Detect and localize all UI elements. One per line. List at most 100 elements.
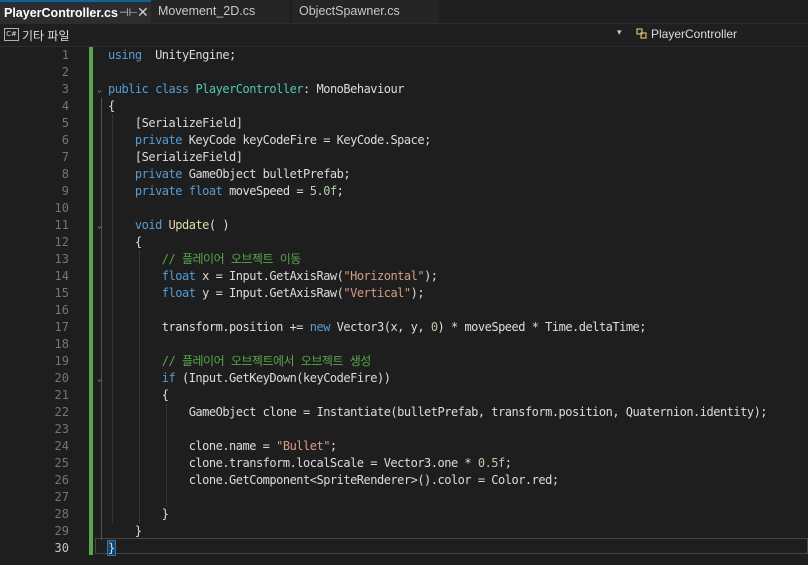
line-number: 10 xyxy=(54,201,69,215)
class-icon xyxy=(636,28,647,39)
code-token: private xyxy=(134,184,183,198)
tab-player-controller[interactable]: PlayerController.cs ⊣⊢ ✕ xyxy=(0,0,160,23)
code-line[interactable]: public class PlayerController: MonoBehav… xyxy=(108,81,404,98)
line-number: 25 xyxy=(54,456,69,470)
indent-guide xyxy=(166,404,167,506)
document-tab-bar: PlayerController.cs ⊣⊢ ✕ Movement_2D.cs … xyxy=(0,0,808,24)
code-token: clone.name = xyxy=(108,439,277,453)
line-number: 22 xyxy=(54,405,69,419)
line-number: 5 xyxy=(61,116,69,130)
line-number: 30 xyxy=(54,541,69,555)
code-editor[interactable]: 1 2 3 4 5 6 7 8 9 10 11 12 13 14 15 16 17 18 19 20 21 22 23 24 2… xyxy=(0,47,808,565)
line-number-gutter: 1 2 3 4 5 6 7 8 9 10 11 12 13 14 15 16 17 18 19 20 21 22 23 24 2… xyxy=(0,47,72,565)
pin-icon[interactable]: ⊣⊢ xyxy=(119,2,138,23)
code-token: moveSpeed = xyxy=(222,184,310,198)
code-token: float xyxy=(188,184,223,198)
line-number: 18 xyxy=(54,337,69,351)
code-token: ( ) xyxy=(208,218,230,232)
tab-label: ObjectSpawner.cs xyxy=(299,4,400,18)
line-number: 17 xyxy=(54,320,69,334)
line-number: 13 xyxy=(54,252,69,266)
code-token: "Vertical" xyxy=(343,286,411,300)
line-number: 6 xyxy=(61,133,69,147)
code-line[interactable]: // 플레이어 오브젝트에서 오브젝트 생성 xyxy=(108,353,372,370)
code-token: ); xyxy=(424,269,438,283)
indent-guide xyxy=(139,251,140,523)
code-token: { xyxy=(108,235,142,249)
code-token: private xyxy=(134,167,183,181)
line-number: 16 xyxy=(54,303,69,317)
fold-toggle-icon[interactable]: ⌄ xyxy=(97,81,102,98)
member-dropdown[interactable]: PlayerController xyxy=(651,27,737,41)
code-line[interactable]: float x = Input.GetAxisRaw("Horizontal")… xyxy=(108,268,438,285)
code-token: private xyxy=(134,133,183,147)
code-line[interactable]: [SerializeField] xyxy=(108,115,243,132)
line-number: 3 xyxy=(61,82,69,96)
code-token: // 플레이어 오브젝트 이동 xyxy=(161,252,302,266)
code-token: ; xyxy=(336,184,344,198)
code-token: GameObject bulletPrefab; xyxy=(181,167,351,181)
line-number: 7 xyxy=(61,150,69,164)
code-line[interactable]: { xyxy=(108,98,115,115)
code-token: 5.0f xyxy=(309,184,337,198)
code-line[interactable]: clone.transform.localScale = Vector3.one… xyxy=(108,455,512,472)
tab-movement-2d[interactable]: Movement_2D.cs xyxy=(151,0,289,23)
code-line[interactable]: clone.name = "Bullet"; xyxy=(108,438,337,455)
line-number: 27 xyxy=(54,490,69,504)
code-token: Vector3(x, y, xyxy=(329,320,431,334)
code-token: class xyxy=(155,82,189,96)
code-token: public xyxy=(108,82,149,96)
code-token: : MonoBehaviour xyxy=(303,82,404,96)
code-token: clone.GetComponent<SpriteRenderer>().col… xyxy=(108,473,559,487)
code-line[interactable]: private KeyCode keyCodeFire = KeyCode.Sp… xyxy=(108,132,431,149)
code-line[interactable]: GameObject clone = Instantiate(bulletPre… xyxy=(108,404,768,421)
code-token: float xyxy=(161,269,196,283)
close-icon[interactable]: ✕ xyxy=(137,2,149,23)
code-line[interactable]: using UnityEngine; xyxy=(108,47,236,64)
navigation-bar: C# 기타 파일 ▾ PlayerController xyxy=(0,24,808,47)
chevron-down-icon[interactable]: ▾ xyxy=(617,27,622,38)
code-token: ; xyxy=(504,456,512,470)
code-token: Update xyxy=(168,218,210,232)
line-number: 21 xyxy=(54,388,69,402)
code-token: ); xyxy=(410,286,425,300)
code-line[interactable]: [SerializeField] xyxy=(108,149,243,166)
line-number: 9 xyxy=(61,184,69,198)
code-line[interactable]: } xyxy=(107,540,116,557)
code-line[interactable]: private float moveSpeed = 5.0f; xyxy=(108,183,344,200)
line-number: 29 xyxy=(54,524,69,538)
code-token: } xyxy=(108,524,142,538)
code-token: void xyxy=(134,218,162,232)
code-line[interactable]: { xyxy=(108,234,142,251)
change-tracking-bar xyxy=(89,47,93,555)
indent-guide xyxy=(112,115,113,523)
code-line[interactable]: private GameObject bulletPrefab; xyxy=(108,166,351,183)
code-token: (Input.GetKeyDown(keyCodeFire)) xyxy=(175,371,391,385)
code-line[interactable]: void Update( ) xyxy=(108,217,230,234)
line-number: 14 xyxy=(54,269,69,283)
line-number: 23 xyxy=(54,422,69,436)
code-token: x = Input.GetAxisRaw( xyxy=(195,269,344,283)
csharp-file-icon: C# xyxy=(4,28,19,41)
code-line[interactable]: transform.position += new Vector3(x, y, … xyxy=(108,319,647,336)
code-token: ; xyxy=(329,439,337,453)
code-line[interactable]: float y = Input.GetAxisRaw("Vertical"); xyxy=(108,285,425,302)
line-number: 24 xyxy=(54,439,69,453)
code-line[interactable]: // 플레이어 오브젝트 이동 xyxy=(108,251,302,268)
current-line-highlight xyxy=(95,538,808,554)
project-dropdown[interactable]: 기타 파일 xyxy=(22,27,70,44)
code-line[interactable]: clone.GetComponent<SpriteRenderer>().col… xyxy=(108,472,559,489)
line-number: 15 xyxy=(54,286,69,300)
line-number: 8 xyxy=(61,167,69,181)
line-number: 12 xyxy=(54,235,69,249)
line-number: 2 xyxy=(61,65,69,79)
tab-object-spawner[interactable]: ObjectSpawner.cs xyxy=(292,0,439,23)
code-token: using xyxy=(108,48,142,62)
code-line[interactable]: if (Input.GetKeyDown(keyCodeFire)) xyxy=(108,370,391,387)
code-line[interactable]: } xyxy=(108,523,142,540)
